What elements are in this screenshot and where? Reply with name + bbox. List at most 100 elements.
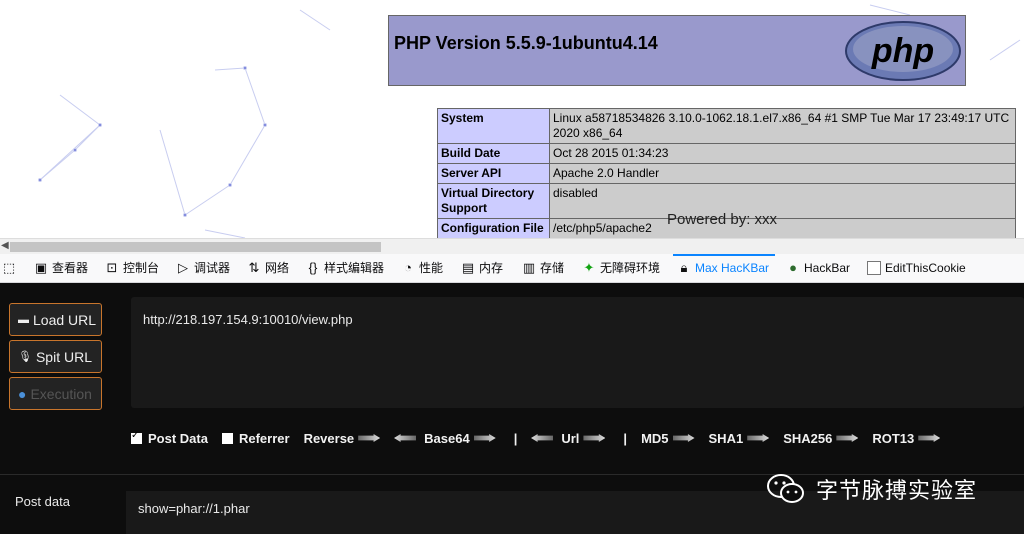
sha256-label: SHA256: [783, 430, 833, 446]
info-value: /etc/php5/apache2: [549, 218, 1016, 238]
tab-label: 网络: [265, 261, 290, 275]
performance-icon: ◔: [404, 260, 412, 275]
tab-debugger[interactable]: ▷ 调试器: [176, 254, 230, 282]
arrow-right-icon: [747, 434, 770, 442]
info-value: Oct 28 2015 01:34:23: [549, 143, 1016, 164]
tab-console[interactable]: ⊡ 控制台: [105, 254, 159, 282]
console-icon: ⊡: [106, 260, 118, 275]
horizontal-scrollbar[interactable]: ◀: [0, 238, 1024, 254]
info-key: Server API: [437, 163, 550, 184]
arrow-right-icon[interactable]: [473, 434, 496, 442]
arrow-left-icon[interactable]: [531, 434, 553, 442]
execute-button[interactable]: ● Execution: [9, 377, 102, 410]
url-menu[interactable]: Url: [531, 430, 606, 446]
info-key: System: [437, 108, 550, 144]
referrer-checkbox[interactable]: Referrer: [221, 430, 290, 446]
checkbox-unchecked-icon[interactable]: [221, 432, 233, 444]
sha1-label: SHA1: [708, 430, 744, 446]
arrow-right-icon: [672, 434, 695, 442]
tab-label: 存储: [540, 261, 565, 275]
info-value: Apache 2.0 Handler: [549, 163, 1016, 184]
arrow-right-icon: [918, 434, 941, 442]
split-url-label: Spit URL: [35, 348, 92, 365]
devtools-tabbar: ⬚ ▣ 查看器 ⊡ 控制台 ▷ 调试器 ⇅ 网络 {} 样式编辑器 ◔ 性能 ▤…: [0, 254, 1024, 283]
post-data-checkbox[interactable]: Post Data: [131, 430, 208, 446]
url-label: Url: [561, 430, 580, 446]
url-value: http://218.197.154.9:10010/view.php: [143, 312, 353, 327]
scrollbar-thumb[interactable]: [10, 242, 381, 252]
cookie-icon: [867, 261, 881, 275]
tab-label: Max HacKBar: [695, 261, 770, 275]
tab-label: EditThisCookie: [885, 261, 966, 275]
reverse-button[interactable]: Reverse: [304, 431, 381, 446]
table-row: Build Date Oct 28 2015 01:34:23: [437, 143, 1016, 164]
sha1-button[interactable]: SHA1: [709, 431, 770, 446]
php-info-header: PHP Version 5.5.9-1ubuntu4.14 php: [388, 15, 966, 86]
tab-editthiscookie[interactable]: EditThisCookie: [867, 254, 966, 282]
hackbar-icon: ●: [789, 260, 797, 275]
referrer-option-label: Referrer: [238, 430, 290, 446]
load-icon: ▬: [18, 313, 29, 326]
tab-style-editor[interactable]: {} 样式编辑器: [306, 254, 384, 282]
load-url-label: Load URL: [33, 311, 97, 328]
info-value: disabled: [549, 183, 1016, 219]
accessibility-icon: ✦: [583, 260, 595, 275]
tab-max-hackbar[interactable]: 🔒︎ Max HacKBar: [672, 254, 776, 282]
scroll-left-icon[interactable]: ◀: [1, 240, 9, 251]
tab-label: 无障碍环境: [600, 261, 661, 275]
sha256-button[interactable]: SHA256: [783, 430, 859, 446]
storage-icon: ▥: [522, 260, 536, 275]
rot13-label: ROT13: [872, 430, 915, 446]
wechat-icon: [767, 474, 804, 503]
tab-performance[interactable]: ◔ 性能: [401, 254, 443, 282]
arrow-right-icon: [836, 434, 859, 442]
post-data-label: Post data: [15, 494, 70, 509]
hackbar-panel: ▬ Load URL 🎙︎ Spit URL ● Execution http:…: [0, 283, 1024, 534]
info-key: Virtual Directory Support: [437, 183, 550, 219]
watermark-text: 字节脉搏实验室: [816, 479, 978, 504]
rot13-button[interactable]: ROT13: [872, 430, 941, 446]
network-icon: ⇅: [248, 260, 260, 275]
element-picker-button[interactable]: ⬚: [2, 254, 16, 282]
execute-label: Execution: [30, 385, 92, 402]
post-data-option-label: Post Data: [148, 430, 208, 446]
execute-icon: ●: [18, 385, 27, 402]
php-logo-text: php: [871, 32, 934, 70]
checkbox-checked-icon[interactable]: [131, 430, 142, 444]
tab-hackbar[interactable]: ● HackBar: [786, 254, 850, 282]
info-value: Linux a58718534826 3.10.0-1062.18.1.el7.…: [549, 108, 1016, 144]
md5-label: MD5: [641, 430, 669, 446]
arrow-right-icon[interactable]: [583, 434, 606, 442]
arrow-right-icon: [358, 434, 381, 442]
arrow-left-icon[interactable]: [394, 434, 416, 442]
tab-label: HackBar: [804, 261, 851, 275]
info-key: Build Date: [437, 143, 550, 164]
inspector-icon: ▣: [34, 260, 48, 275]
style-editor-icon: {}: [308, 260, 318, 275]
tab-accessibility[interactable]: ✦ 无障碍环境: [582, 254, 660, 282]
tab-label: 样式编辑器: [324, 261, 385, 275]
separator: |: [623, 430, 628, 446]
base64-label: Base64: [424, 430, 470, 446]
split-url-button[interactable]: 🎙︎ Spit URL: [9, 340, 102, 373]
tab-label: 查看器: [52, 261, 89, 275]
md5-button[interactable]: MD5: [641, 430, 695, 446]
tab-network[interactable]: ⇅ 网络: [247, 254, 289, 282]
php-version-title: PHP Version 5.5.9-1ubuntu4.14: [394, 33, 658, 53]
memory-icon: ▤: [461, 260, 475, 275]
powered-by-text: Powered by: xxx: [667, 211, 778, 228]
separator: |: [513, 430, 518, 446]
tab-memory[interactable]: ▤ 内存: [461, 254, 503, 282]
hackbar-lock-icon: 🔒︎: [680, 260, 688, 275]
tab-label: 调试器: [194, 261, 231, 275]
screen: PHP Version 5.5.9-1ubuntu4.14 php System…: [0, 0, 1024, 534]
load-url-button[interactable]: ▬ Load URL: [9, 303, 102, 336]
base64-menu[interactable]: Base64: [394, 431, 496, 446]
post-data-value: show=phar://1.phar: [138, 501, 250, 516]
tab-inspector[interactable]: ▣ 查看器: [34, 254, 88, 282]
php-logo-icon: php: [845, 21, 961, 81]
wechat-watermark: 字节脉搏实验室: [766, 472, 977, 506]
url-textarea[interactable]: http://218.197.154.9:10010/view.php: [131, 297, 1024, 408]
table-row: Server API Apache 2.0 Handler: [437, 163, 1016, 184]
tab-storage[interactable]: ▥ 存储: [522, 254, 564, 282]
